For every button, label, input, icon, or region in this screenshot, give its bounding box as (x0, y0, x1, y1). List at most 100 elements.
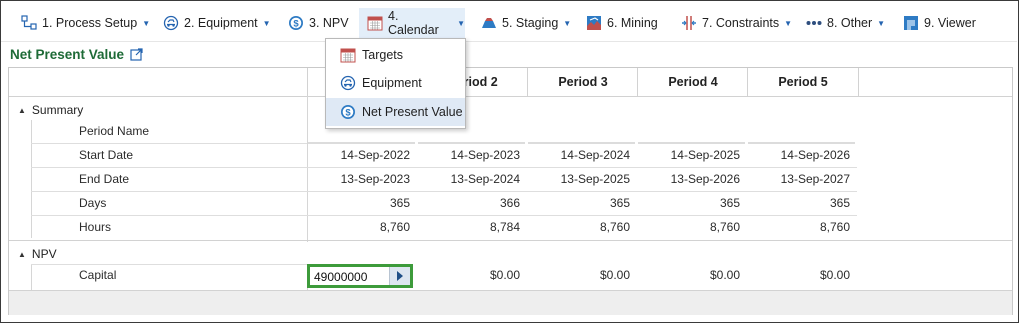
start-date-cell[interactable]: 14-Sep-2023 (417, 148, 520, 162)
group-label: NPV (31, 247, 57, 261)
page-title-text: Net Present Value (10, 47, 125, 62)
play-arrow-icon (397, 271, 403, 281)
cell-separator (638, 142, 745, 144)
chevron-down-icon: ▼ (457, 18, 465, 28)
cell-separator (308, 142, 415, 144)
days-cell: 365 (389, 196, 410, 210)
hours-cell: 8,784 (489, 220, 520, 234)
hours-cell: 8,760 (709, 220, 740, 234)
toolbar-staging[interactable]: 5. Staging ▼ (481, 8, 571, 38)
toolbar-equipment[interactable]: 2. Equipment ▼ (163, 8, 271, 38)
hours-cell: 8,760 (599, 220, 630, 234)
npv-group-header[interactable]: ▲ NPV (9, 243, 57, 265)
capital-edit-cell[interactable]: 49000000 (307, 264, 413, 288)
toolbar-label: 6. Mining (607, 16, 658, 30)
cell-separator (418, 142, 525, 144)
start-date-cell[interactable]: 14-Sep-2025 (637, 148, 740, 162)
days-cell: 365 (829, 196, 850, 210)
grid-header-row: Period 2 Period 3 Period 4 Period 5 (9, 68, 1012, 97)
end-date-cell[interactable]: 13-Sep-2025 (527, 172, 630, 186)
toolbar-divider (1, 41, 1017, 42)
row-divider (31, 264, 307, 265)
start-date-cell[interactable]: 14-Sep-2024 (527, 148, 630, 162)
constraints-icon (681, 15, 697, 31)
hours-cell: 8,760 (819, 220, 850, 234)
toolbar-constraints[interactable]: 7. Constraints ▼ (681, 8, 792, 38)
toolbar-label: 5. Staging (502, 16, 559, 30)
svg-text:$: $ (293, 19, 299, 30)
row-label-period-name: Period Name (79, 124, 150, 138)
equipment-icon (163, 15, 179, 31)
row-divider (307, 191, 857, 192)
end-date-cell[interactable]: 13-Sep-2026 (637, 172, 740, 186)
menu-item-net-present-value[interactable]: $ Net Present Value (326, 98, 465, 126)
row-indent-line (31, 264, 32, 290)
end-date-cell[interactable]: 13-Sep-2023 (307, 172, 410, 186)
toolbar-label: 1. Process Setup (42, 16, 138, 30)
capital-cell[interactable]: $0.00 (417, 268, 520, 282)
menu-item-targets[interactable]: Targets (326, 41, 465, 69)
cell-separator (528, 142, 635, 144)
menu-item-label: Targets (362, 48, 403, 62)
chevron-down-icon: ▼ (563, 18, 572, 28)
calendar-dropdown-menu: Targets Equipment $ Net Present Value (325, 38, 466, 129)
staging-icon (481, 15, 497, 31)
group-divider (9, 240, 1012, 241)
row-label-capital: Capital (79, 268, 117, 282)
dollar-icon: $ (340, 104, 356, 120)
calendar-icon (367, 15, 383, 31)
start-date-cell[interactable]: 14-Sep-2022 (307, 148, 410, 162)
row-label-start-date: Start Date (79, 148, 134, 162)
menu-item-equipment[interactable]: Equipment (326, 69, 465, 97)
days-cell: 365 (609, 196, 630, 210)
row-label-days: Days (79, 196, 107, 210)
chevron-down-icon: ▼ (142, 18, 151, 28)
days-cell: 365 (719, 196, 740, 210)
days-cell: 366 (499, 196, 520, 210)
hours-cell: 8,760 (379, 220, 410, 234)
external-link-icon[interactable] (130, 48, 143, 61)
toolbar-label: 7. Constraints (702, 16, 780, 30)
capital-edit-input[interactable]: 49000000 (314, 270, 367, 284)
toolbar-npv[interactable]: $ 3. NPV (288, 8, 349, 38)
column-header: Period 4 (637, 68, 748, 96)
summary-group-header[interactable]: ▲ Summary (9, 99, 83, 121)
row-indent-line (31, 120, 32, 238)
column-header: Period 5 (747, 68, 859, 96)
row-divider (307, 167, 857, 168)
npv-grid: Period 2 Period 3 Period 4 Period 5 ▲ Su… (8, 67, 1013, 315)
equipment-icon (340, 75, 356, 91)
start-date-cell[interactable]: 14-Sep-2026 (747, 148, 850, 162)
row-divider (307, 215, 857, 216)
svg-text:$: $ (345, 108, 351, 119)
chevron-down-icon: ▼ (784, 18, 793, 28)
row-divider (31, 167, 307, 168)
capital-cell[interactable]: $0.00 (637, 268, 740, 282)
toolbar-mining[interactable]: 6. Mining (586, 8, 658, 38)
toolbar-process-setup[interactable]: 1. Process Setup ▼ (21, 8, 150, 38)
page-title: Net Present Value (10, 47, 143, 62)
capital-cell[interactable]: $0.00 (527, 268, 630, 282)
toolbar-viewer[interactable]: 9. Viewer (903, 8, 976, 38)
end-date-cell[interactable]: 13-Sep-2024 (417, 172, 520, 186)
mining-icon (586, 15, 602, 31)
end-date-cell[interactable]: 13-Sep-2027 (747, 172, 850, 186)
row-divider (31, 215, 307, 216)
toolbar-label: 2. Equipment (184, 16, 258, 30)
toolbar-label: 3. NPV (309, 16, 349, 30)
toolbar-other[interactable]: 8. Other ▼ (806, 8, 885, 38)
collapse-triangle-icon[interactable]: ▲ (18, 106, 26, 115)
capital-cell[interactable]: $0.00 (747, 268, 850, 282)
toolbar-label: 4. Calendar (388, 9, 439, 37)
main-toolbar: 1. Process Setup ▼ 2. Equipment ▼ $ 3. NPV… (1, 1, 1017, 41)
targets-icon (340, 47, 356, 63)
toolbar-label: 9. Viewer (924, 16, 976, 30)
grid-empty-area (9, 290, 1012, 315)
collapse-triangle-icon[interactable]: ▲ (18, 250, 26, 259)
cell-separator (748, 142, 855, 144)
chevron-down-icon: ▼ (877, 18, 886, 28)
toolbar-calendar[interactable]: 4. Calendar ▼ (359, 8, 465, 38)
cell-arrow-button[interactable] (389, 267, 410, 285)
process-setup-icon (21, 15, 37, 31)
viewer-icon (903, 15, 919, 31)
